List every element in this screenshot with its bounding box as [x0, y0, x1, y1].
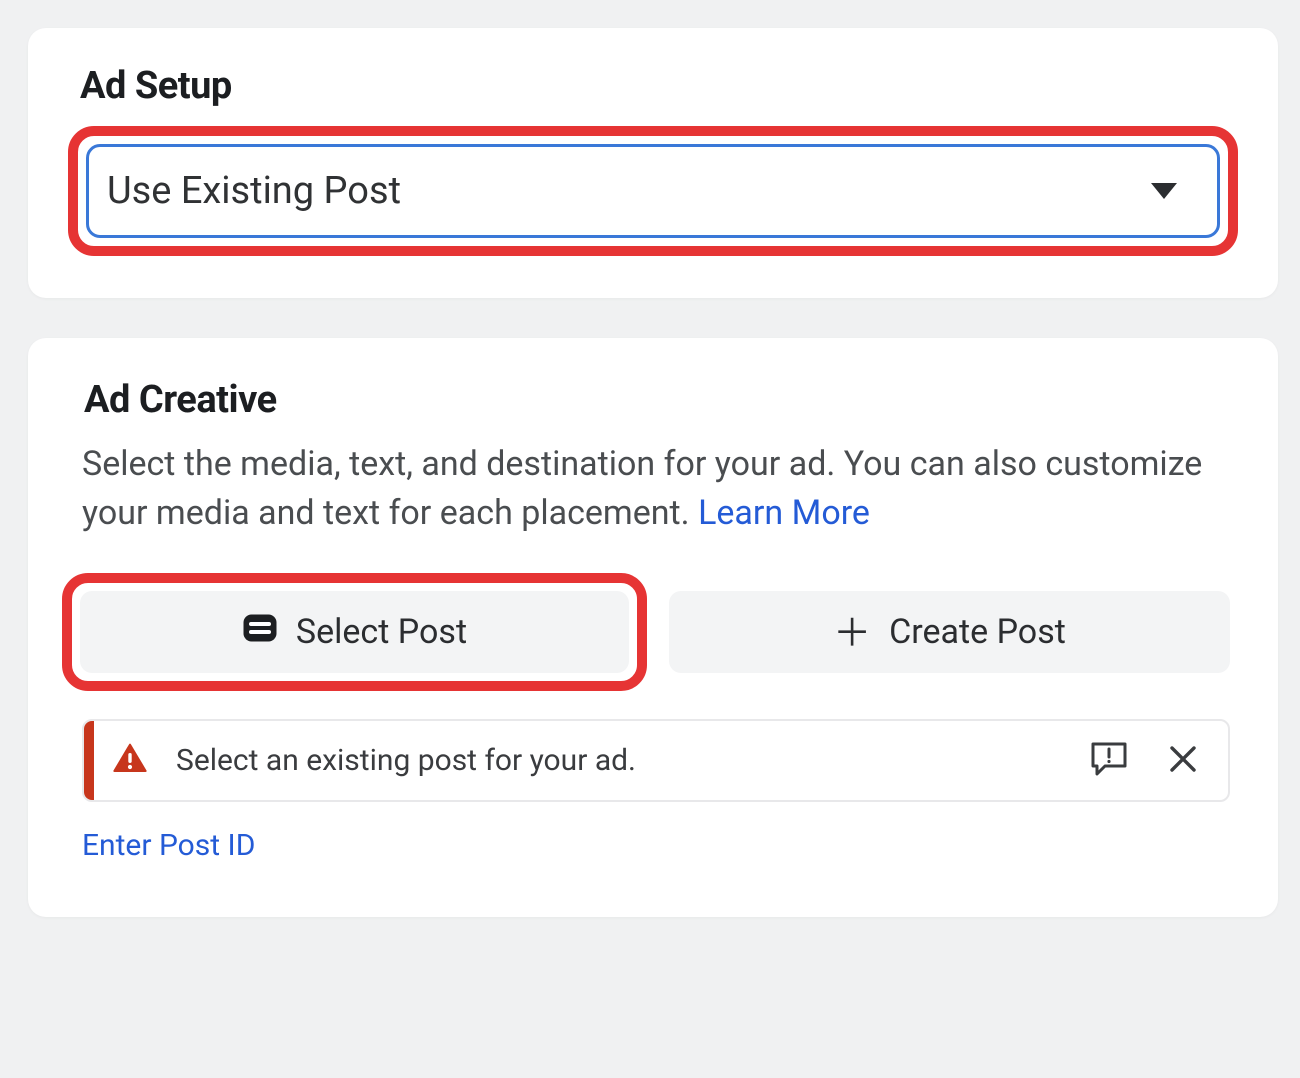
alert-close-button[interactable]: [1168, 744, 1198, 777]
caret-down-icon: [1151, 183, 1177, 199]
post-card-icon: [242, 612, 278, 652]
ad-setup-dropdown[interactable]: Use Existing Post: [86, 144, 1220, 238]
page-root: Ad Setup Use Existing Post Ad Creative S…: [0, 0, 1300, 1078]
ad-setup-card: Ad Setup Use Existing Post: [28, 28, 1278, 298]
ad-setup-dropdown-highlight: Use Existing Post: [68, 126, 1238, 256]
plus-icon: ＋: [833, 602, 871, 657]
ad-creative-description-text: Select the media, text, and destination …: [82, 444, 1202, 533]
create-post-button[interactable]: ＋ Create Post: [669, 591, 1230, 673]
ad-setup-title: Ad Setup: [76, 64, 1230, 108]
learn-more-link[interactable]: Learn More: [698, 493, 870, 533]
alert-feedback-button[interactable]: [1088, 739, 1130, 782]
alert-icon-wrap: [84, 742, 176, 778]
post-button-row: Select Post ＋ Create Post: [80, 573, 1230, 691]
speech-bubble-alert-icon: [1088, 739, 1130, 782]
select-post-alert: Select an existing post for your ad.: [82, 719, 1230, 802]
alert-actions: [1088, 739, 1198, 782]
alert-message: Select an existing post for your ad.: [176, 743, 1088, 778]
enter-post-id-link[interactable]: Enter Post ID: [82, 828, 255, 863]
ad-creative-description: Select the media, text, and destination …: [80, 440, 1230, 539]
ad-creative-card: Ad Creative Select the media, text, and …: [28, 338, 1278, 917]
select-post-highlight: Select Post: [62, 573, 647, 691]
ad-creative-title: Ad Creative: [80, 378, 1230, 422]
create-post-label: Create Post: [889, 612, 1066, 652]
warning-triangle-icon: [112, 742, 148, 778]
select-post-label: Select Post: [296, 612, 467, 652]
select-post-button[interactable]: Select Post: [80, 591, 629, 673]
close-icon: [1168, 744, 1198, 777]
ad-setup-dropdown-value: Use Existing Post: [107, 169, 401, 213]
